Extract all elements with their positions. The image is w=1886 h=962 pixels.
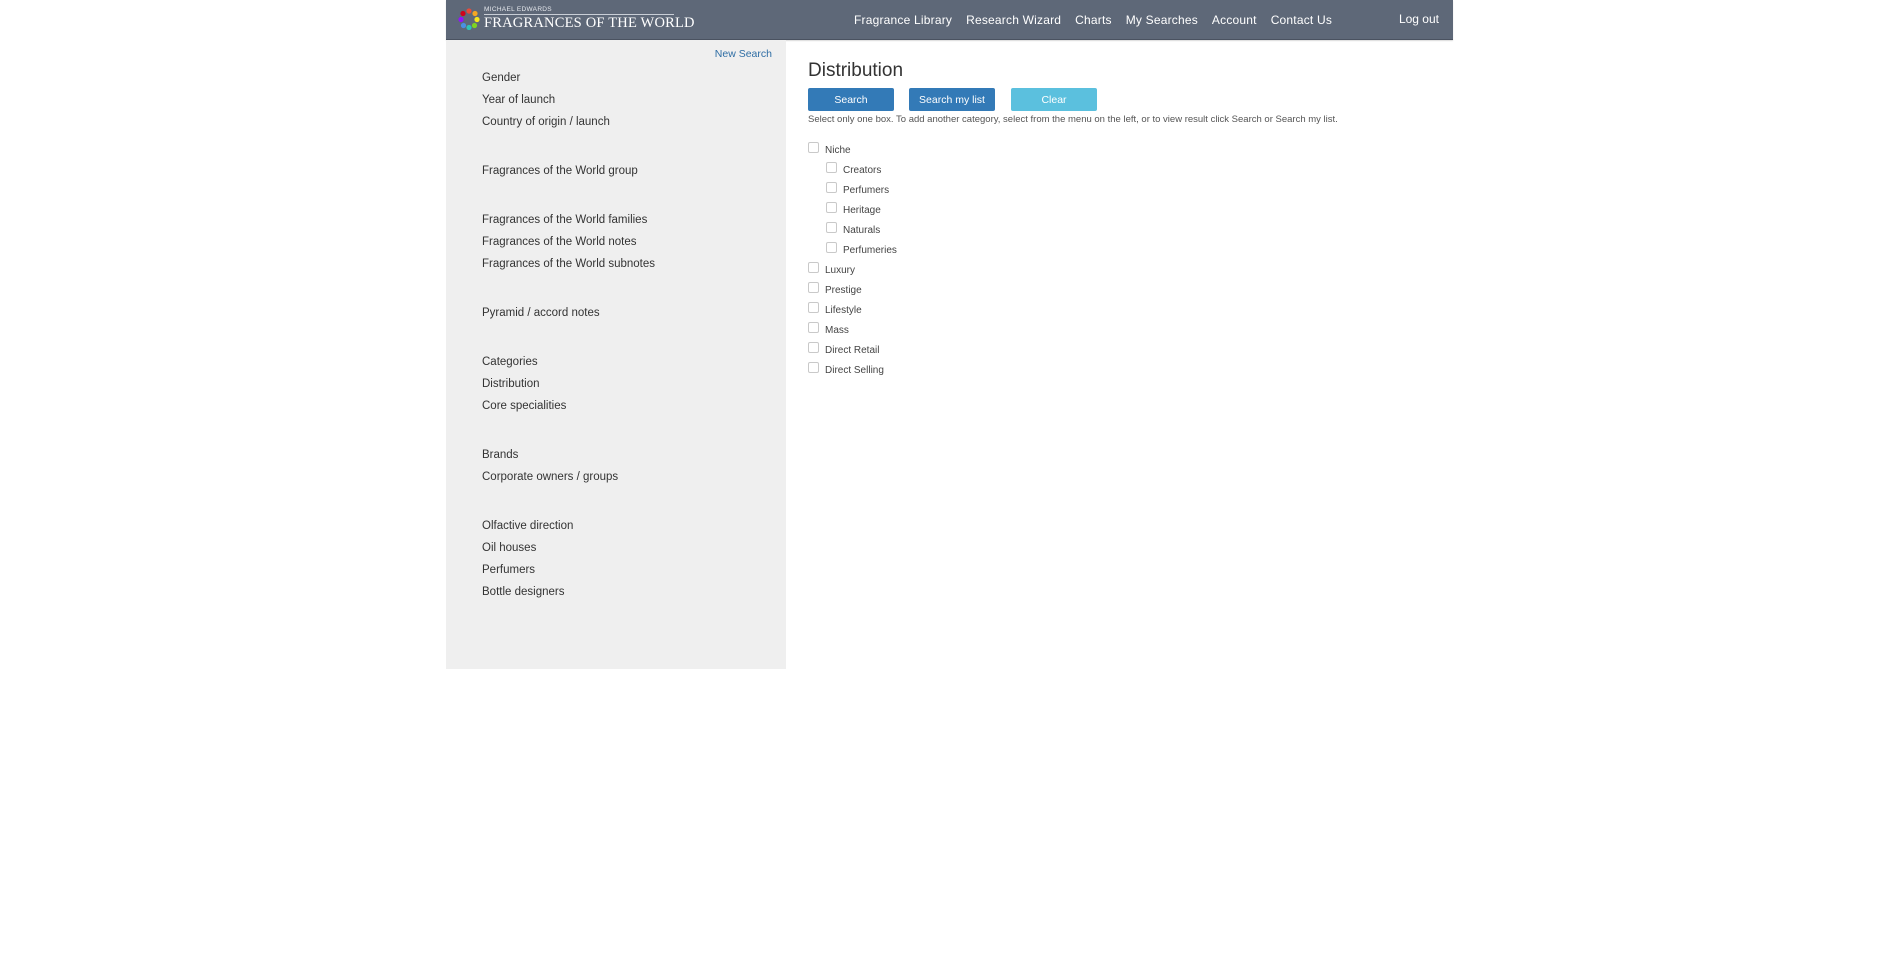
color-wheel-logo-icon (458, 8, 480, 30)
option-direct-retail: Direct Retail (808, 340, 897, 360)
option-label[interactable]: Direct Retail (825, 345, 879, 356)
sidebar-group-basic: Gender Year of launch Country of origin … (482, 67, 610, 133)
instruction-text: Select only one box. To add another cate… (808, 114, 1338, 125)
checkbox-heritage[interactable] (826, 201, 837, 213)
sidebar-item-core-specialities[interactable]: Core specialities (482, 395, 566, 417)
nav-research-wizard[interactable]: Research Wizard (966, 13, 1061, 27)
sidebar-group-fotw: Fragrances of the World families Fragran… (482, 209, 655, 275)
option-label[interactable]: Creators (843, 165, 881, 176)
sidebar-item-bottle-designers[interactable]: Bottle designers (482, 581, 573, 603)
sidebar-group-pyramid: Pyramid / accord notes (482, 302, 600, 324)
checkbox-luxury[interactable] (808, 261, 819, 273)
nav-charts[interactable]: Charts (1075, 13, 1112, 27)
sidebar-item-fotw-notes[interactable]: Fragrances of the World notes (482, 231, 655, 253)
search-my-list-button[interactable]: Search my list (909, 88, 995, 111)
sidebar-item-brands[interactable]: Brands (482, 444, 618, 466)
option-label[interactable]: Direct Selling (825, 365, 884, 376)
nav-fragrance-library[interactable]: Fragrance Library (854, 13, 952, 27)
option-label[interactable]: Mass (825, 325, 849, 336)
site-logo[interactable]: MICHAEL EDWARDS FRAGRANCES OF THE WORLD (458, 5, 695, 35)
sidebar-item-country-of-origin[interactable]: Country of origin / launch (482, 111, 610, 133)
sidebar-group-fotw-group: Fragrances of the World group (482, 160, 638, 182)
nav-account[interactable]: Account (1212, 13, 1257, 27)
option-mass: Mass (808, 320, 897, 340)
option-perfumeries: Perfumeries (808, 240, 897, 260)
checkbox-mass[interactable] (808, 321, 819, 333)
clear-button[interactable]: Clear (1011, 88, 1097, 111)
main-nav: Fragrance Library Research Wizard Charts… (854, 0, 1346, 39)
option-perfumers: Perfumers (808, 180, 897, 200)
option-label[interactable]: Perfumers (843, 185, 889, 196)
sidebar-item-distribution[interactable]: Distribution (482, 373, 566, 395)
checkbox-niche[interactable] (808, 141, 819, 153)
nav-my-searches[interactable]: My Searches (1126, 13, 1198, 27)
sidebar-item-corporate-owners[interactable]: Corporate owners / groups (482, 466, 618, 488)
checkbox-naturals[interactable] (826, 221, 837, 233)
checkbox-direct-retail[interactable] (808, 341, 819, 353)
sidebar-item-gender[interactable]: Gender (482, 67, 610, 89)
checkbox-prestige[interactable] (808, 281, 819, 293)
option-label[interactable]: Luxury (825, 265, 855, 276)
sidebar-item-perfumers[interactable]: Perfumers (482, 559, 573, 581)
checkbox-direct-selling[interactable] (808, 361, 819, 373)
sidebar-item-year-of-launch[interactable]: Year of launch (482, 89, 610, 111)
option-direct-selling: Direct Selling (808, 360, 897, 380)
nav-contact-us[interactable]: Contact Us (1271, 13, 1332, 27)
sidebar-item-fotw-group[interactable]: Fragrances of the World group (482, 160, 638, 182)
logo-subtitle: MICHAEL EDWARDS (484, 6, 552, 13)
logo-title: FRAGRANCES OF THE WORLD (484, 15, 695, 31)
option-label[interactable]: Lifestyle (825, 305, 862, 316)
sidebar-item-olfactive-direction[interactable]: Olfactive direction (482, 515, 573, 537)
sidebar-item-fotw-subnotes[interactable]: Fragrances of the World subnotes (482, 253, 655, 275)
option-label[interactable]: Naturals (843, 225, 880, 236)
option-niche: Niche (808, 140, 897, 160)
logout-link[interactable]: Log out (1399, 0, 1439, 39)
option-naturals: Naturals (808, 220, 897, 240)
option-label[interactable]: Niche (825, 145, 851, 156)
checkbox-perfumers[interactable] (826, 181, 837, 193)
option-lifestyle: Lifestyle (808, 300, 897, 320)
checkbox-creators[interactable] (826, 161, 837, 173)
option-prestige: Prestige (808, 280, 897, 300)
sidebar-group-direction: Olfactive direction Oil houses Perfumers… (482, 515, 573, 603)
distribution-options: Niche Creators Perfumers Heritage Natura… (808, 140, 897, 380)
checkbox-lifestyle[interactable] (808, 301, 819, 313)
search-button[interactable]: Search (808, 88, 894, 111)
option-label[interactable]: Perfumeries (843, 245, 897, 256)
option-heritage: Heritage (808, 200, 897, 220)
sidebar-item-fotw-families[interactable]: Fragrances of the World families (482, 209, 655, 231)
top-navbar: MICHAEL EDWARDS FRAGRANCES OF THE WORLD … (446, 0, 1453, 40)
page-title: Distribution (808, 60, 904, 81)
option-label[interactable]: Heritage (843, 205, 881, 216)
sidebar-item-categories[interactable]: Categories (482, 351, 566, 373)
option-label[interactable]: Prestige (825, 285, 862, 296)
option-luxury: Luxury (808, 260, 897, 280)
sidebar-group-brands: Brands Corporate owners / groups (482, 444, 618, 488)
new-search-link[interactable]: New Search (715, 48, 772, 60)
sidebar-item-oil-houses[interactable]: Oil houses (482, 537, 573, 559)
sidebar-item-pyramid-accord-notes[interactable]: Pyramid / accord notes (482, 302, 600, 324)
checkbox-perfumeries[interactable] (826, 241, 837, 253)
sidebar-group-categories: Categories Distribution Core specialitie… (482, 351, 566, 417)
option-creators: Creators (808, 160, 897, 180)
search-sidebar: New Search Gender Year of launch Country… (446, 40, 786, 669)
